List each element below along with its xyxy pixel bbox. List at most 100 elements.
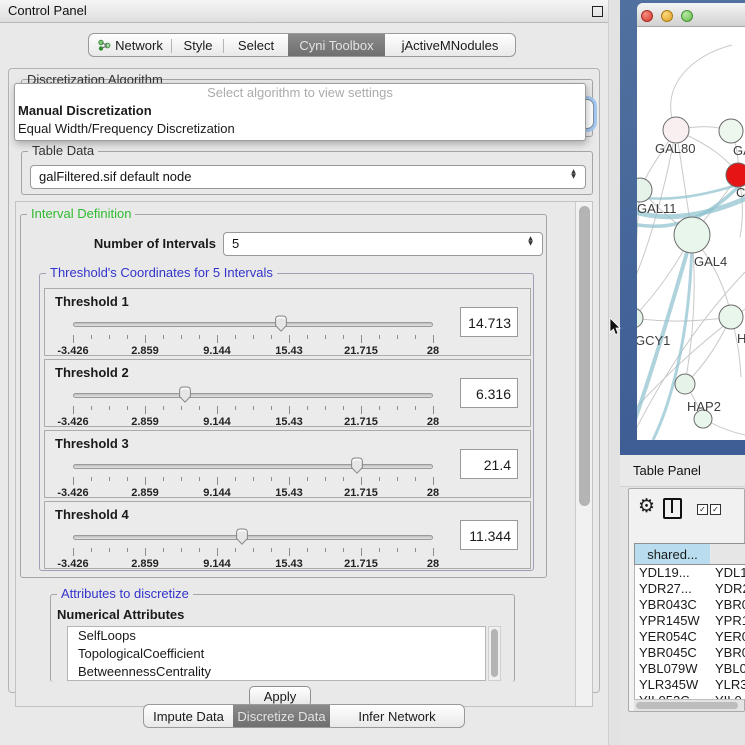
table-panel-title: Table Panel — [633, 463, 701, 478]
panel-title: Control Panel — [8, 3, 87, 18]
zoom-traffic-light-icon[interactable] — [681, 10, 693, 22]
tick-mark — [199, 406, 200, 410]
table-row[interactable]: YDL19...YDL1 — [635, 565, 745, 581]
threshold-slider[interactable]: -3.4262.8599.14415.4321.71528 — [73, 384, 433, 426]
table-rows[interactable]: YDL19...YDL1YDR27...YDR2YBR043CYBR0YPR14… — [634, 565, 745, 699]
tick-label: 9.144 — [203, 487, 231, 499]
cell-name: YBR0 — [715, 597, 745, 613]
slider-track[interactable] — [73, 464, 433, 469]
minimize-traffic-light-icon[interactable] — [661, 10, 673, 22]
cell-shared-name: YPR145W — [639, 613, 711, 629]
network-node[interactable] — [719, 119, 743, 143]
popup-prompt-item[interactable]: Select algorithm to view settings — [15, 84, 585, 102]
table-row[interactable]: YLR345WYLR3 — [635, 677, 745, 693]
tick-mark — [217, 406, 218, 414]
tick-mark — [217, 335, 218, 343]
slider-track[interactable] — [73, 322, 433, 327]
float-window-icon[interactable] — [592, 6, 603, 17]
tab-discretize-data[interactable]: Discretize Data — [233, 704, 330, 728]
checkbox-icon[interactable]: ✓ — [710, 504, 721, 515]
tick-mark — [253, 406, 254, 410]
node-label: GAL80 — [655, 141, 695, 156]
tick-mark — [145, 406, 146, 414]
table-row[interactable]: YBR045CYBR0 — [635, 645, 745, 661]
tick-mark — [145, 477, 146, 485]
table-row[interactable]: YER054CYER0 — [635, 629, 745, 645]
number-of-intervals-value: 5 — [232, 236, 239, 251]
network-node[interactable] — [726, 163, 745, 187]
cell-name: YBL0 — [715, 661, 745, 677]
node-label: GCY1 — [637, 333, 670, 348]
tick-mark — [109, 335, 110, 339]
slider-thumb[interactable] — [177, 386, 193, 403]
table-data-combobox[interactable]: galFiltered.sif default node ▲▼ — [30, 165, 586, 189]
slider-thumb[interactable] — [234, 528, 250, 545]
column-header-name[interactable]: na — [710, 543, 745, 565]
network-canvas[interactable]: GAL80GACGAL11GAL4GCY1HHAP2 — [637, 27, 745, 440]
tab-infer-network[interactable]: Infer Network — [330, 704, 465, 728]
network-node[interactable] — [719, 305, 743, 329]
table-row[interactable]: YPR145WYPR1 — [635, 613, 745, 629]
threshold-value-field[interactable]: 14.713 — [460, 307, 518, 337]
popup-option-equal-width-frequency[interactable]: Equal Width/Frequency Discretization — [15, 120, 585, 138]
settings-vertical-scrollbar[interactable] — [575, 202, 592, 706]
tick-mark — [181, 477, 182, 481]
tick-mark — [271, 477, 272, 481]
tick-mark — [217, 477, 218, 485]
tab-network[interactable]: Network — [88, 33, 172, 57]
network-node[interactable] — [637, 308, 643, 328]
table-row[interactable]: YBR043CYBR0 — [635, 597, 745, 613]
thresholds-group: Threshold's Coordinates for 5 Intervals … — [39, 273, 534, 571]
slider-thumb[interactable] — [273, 315, 289, 332]
slider-track[interactable] — [73, 393, 433, 398]
tick-mark — [415, 406, 416, 410]
panel-divider[interactable] — [608, 0, 620, 745]
tick-mark — [379, 548, 380, 552]
node-label: GAL11 — [637, 201, 677, 216]
slider-track[interactable] — [73, 535, 433, 540]
tab-cyni-toolbox[interactable]: Cyni Toolbox — [288, 33, 385, 57]
threshold-slider[interactable]: -3.4262.8599.14415.4321.71528 — [73, 526, 433, 568]
threshold-value-field[interactable]: 21.4 — [460, 449, 518, 479]
close-traffic-light-icon[interactable] — [641, 10, 653, 22]
tick-mark — [253, 477, 254, 481]
table-panel: ⚙ ✓ ✓ shared... na YDL19...YDL1YDR27...Y… — [628, 488, 745, 712]
tab-style[interactable]: Style — [172, 33, 224, 57]
table-row[interactable]: YBL079WYBL0 — [635, 661, 745, 677]
network-node[interactable] — [675, 374, 695, 394]
threshold-value-field[interactable]: 6.316 — [460, 378, 518, 408]
list-item[interactable]: SelfLoops — [68, 627, 485, 645]
attributes-list-scrollbar[interactable] — [488, 626, 501, 681]
tick-label: 2.859 — [131, 345, 159, 357]
tab-select[interactable]: Select — [224, 33, 288, 57]
tick-mark — [163, 335, 164, 339]
table-horizontal-scrollbar[interactable] — [634, 699, 744, 711]
columns-icon[interactable] — [663, 498, 682, 519]
slider-thumb[interactable] — [349, 457, 365, 474]
cell-shared-name: YLR345W — [639, 677, 711, 693]
list-item[interactable]: BetweennessCentrality — [68, 663, 485, 681]
checkbox-icon[interactable]: ✓ — [697, 504, 708, 515]
threshold-slider[interactable]: -3.4262.8599.14415.4321.71528 — [73, 455, 433, 497]
popup-option-manual-discretization[interactable]: Manual Discretization — [15, 102, 585, 120]
threshold-value-field[interactable]: 11.344 — [460, 520, 518, 550]
threshold-slider[interactable]: -3.4262.8599.14415.4321.71528 — [73, 313, 433, 355]
network-node[interactable] — [663, 117, 689, 143]
control-panel-titlebar: Control Panel ✕ — [0, 0, 608, 23]
tick-mark — [343, 548, 344, 552]
gear-icon[interactable]: ⚙ — [638, 495, 655, 517]
table-row[interactable]: YDR27...YDR2 — [635, 581, 745, 597]
list-item[interactable]: TopologicalCoefficient — [68, 645, 485, 663]
tick-mark — [91, 548, 92, 552]
column-header-shared-name[interactable]: shared... — [634, 543, 711, 565]
mouse-cursor — [609, 318, 621, 336]
tab-impute-data[interactable]: Impute Data — [143, 704, 233, 728]
tick-label: -3.426 — [57, 345, 88, 357]
number-of-intervals-combobox[interactable]: 5 ▲▼ — [223, 232, 543, 256]
numerical-attributes-list[interactable]: SelfLoops TopologicalCoefficient Between… — [67, 626, 486, 681]
network-node[interactable] — [674, 217, 710, 253]
tick-mark — [73, 477, 74, 485]
node-label: H — [737, 331, 745, 346]
tab-jactivemnodules[interactable]: jActiveMNodules — [385, 33, 516, 57]
attributes-group-label: Attributes to discretize — [57, 586, 193, 601]
